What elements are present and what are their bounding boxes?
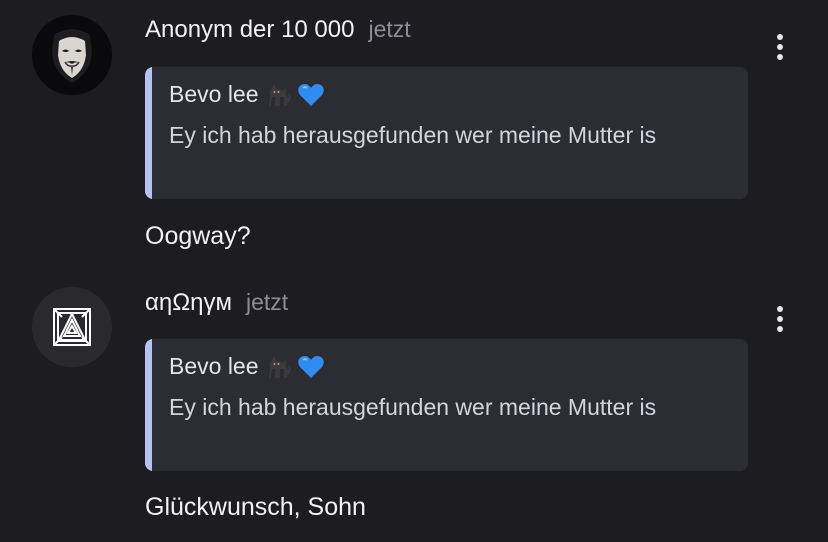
quote-text: Ey ich hab herausgefunden wer meine Mutt… [169, 394, 657, 420]
blue-heart-emoji [297, 355, 324, 378]
vertical-ellipsis-icon [777, 34, 783, 40]
quote-accent-bar [145, 67, 152, 199]
comment-timestamp: jetzt [368, 16, 411, 42]
comment-text: Glückwunsch, Sohn [145, 493, 366, 521]
blue-heart-emoji [297, 83, 324, 106]
more-options-button[interactable] [766, 30, 794, 64]
quoted-message[interactable]: Bevo lee Ey ich hab herausgefunden wer m… [145, 339, 748, 471]
avatar[interactable] [32, 15, 112, 95]
quote-text: Ey ich hab herausgefunden wer meine Mutt… [169, 122, 657, 148]
vertical-ellipsis-icon [777, 306, 783, 312]
triangle-maze-logo-icon [32, 287, 112, 367]
avatar[interactable] [32, 287, 112, 367]
comment-header: αηΩηγм jetzt [145, 289, 288, 317]
quote-author-row: Bevo lee [169, 81, 325, 108]
black-cat-emoji [268, 83, 291, 106]
black-cat-emoji [268, 355, 291, 378]
comment-text: Oogway? [145, 222, 251, 250]
quote-author: Bevo lee [169, 81, 259, 107]
quote-accent-bar [145, 339, 152, 471]
quote-author: Bevo lee [169, 353, 259, 379]
more-options-button[interactable] [766, 302, 794, 336]
comment-author[interactable]: Anonym der 10 000 [145, 16, 354, 44]
comment-timestamp: jetzt [246, 289, 289, 315]
quote-author-row: Bevo lee [169, 353, 325, 380]
comment-header: Anonym der 10 000 jetzt [145, 16, 411, 44]
guy-fawkes-mask-icon [32, 15, 112, 95]
comment-author[interactable]: αηΩηγм [145, 289, 232, 317]
quoted-message[interactable]: Bevo lee Ey ich hab herausgefunden wer m… [145, 67, 748, 199]
comment-feed: Anonym der 10 000 jetzt Bevo lee Ey ich … [0, 0, 828, 542]
